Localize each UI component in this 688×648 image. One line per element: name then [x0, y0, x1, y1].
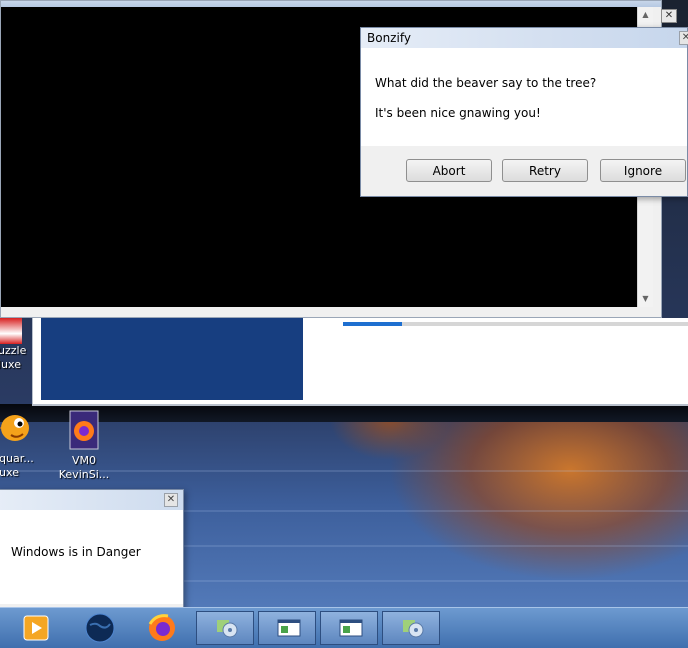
puzzle-game-icon: [0, 318, 22, 344]
media-player-icon[interactable]: [18, 612, 54, 644]
desktop-icon-aquarium[interactable]: iquar... luxe: [0, 408, 38, 480]
scroll-up-icon[interactable]: ▲: [638, 7, 653, 23]
ignore-button[interactable]: Ignore: [600, 159, 686, 182]
desktop-icon-label: VM0 KevinSi...: [58, 454, 110, 481]
close-icon[interactable]: ✕: [679, 31, 688, 45]
dialog-title: Bonzify: [367, 31, 411, 45]
firefox-file-icon: [69, 410, 99, 450]
firefox-icon[interactable]: [144, 612, 180, 644]
dialog-body: Windows is in Danger: [0, 510, 183, 604]
dialog-titlebar[interactable]: [0, 490, 183, 510]
progress-bar: [343, 322, 688, 326]
desktop-icon-vm[interactable]: VM0 KevinSi...: [56, 410, 112, 482]
setup-disc-icon: [217, 620, 238, 638]
desktop-icon-label: uzzle luxe: [0, 344, 27, 371]
abort-button[interactable]: Abort: [406, 159, 492, 182]
progress-bar-fill: [343, 322, 402, 326]
setup-disc-icon: [403, 620, 424, 638]
retry-button[interactable]: Retry: [502, 159, 588, 182]
danger-dialog[interactable]: ✕ Windows is in Danger: [0, 489, 184, 613]
taskbar-task-setup[interactable]: [196, 611, 254, 645]
globe-icon[interactable]: [82, 612, 118, 644]
close-icon[interactable]: ✕: [164, 493, 178, 507]
dialog-message-question: What did the beaver say to the tree?: [375, 76, 597, 90]
installer-banner: [41, 318, 303, 400]
dialog-body: What did the beaver say to the tree? It'…: [361, 48, 687, 146]
fish-icon: [0, 415, 29, 441]
taskbar-task-window[interactable]: [258, 611, 316, 645]
desktop-icon-label: iquar... luxe: [0, 452, 34, 479]
bonzify-dialog[interactable]: Bonzify ✕ What did the beaver say to the…: [360, 27, 688, 197]
dialog-message-answer: It's been nice gnawing you!: [375, 106, 541, 120]
window-app-icon: [277, 619, 301, 637]
close-icon[interactable]: ✕: [661, 9, 677, 23]
scroll-down-icon[interactable]: ▼: [638, 291, 653, 307]
dialog-titlebar[interactable]: Bonzify: [361, 28, 687, 48]
installer-window[interactable]: [32, 318, 688, 406]
window-app-icon: [339, 619, 363, 637]
taskbar: [0, 607, 688, 648]
taskbar-task-setup[interactable]: [382, 611, 440, 645]
dialog-message: Windows is in Danger: [11, 545, 141, 559]
taskbar-task-window[interactable]: [320, 611, 378, 645]
desktop-icon-puzzle[interactable]: uzzle luxe: [0, 318, 32, 372]
